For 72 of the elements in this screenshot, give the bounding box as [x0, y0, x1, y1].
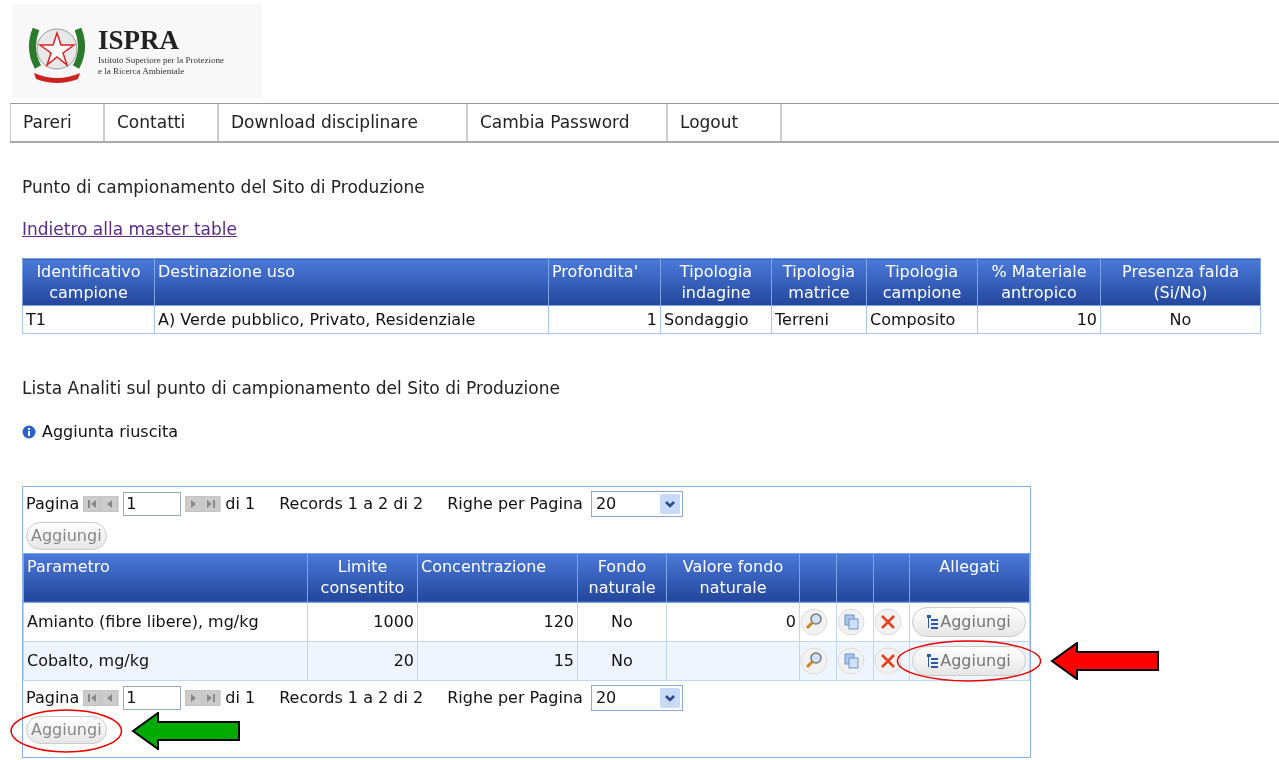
rows-per-page-label: Righe per Pagina [447, 686, 583, 709]
first-prev-icon[interactable] [83, 495, 120, 512]
success-message: Aggiunta riuscita [42, 420, 178, 443]
column-header: Valore fondo naturale [666, 553, 800, 602]
table-cell: T1 [22, 305, 155, 334]
column-header: Concentrazione [417, 553, 578, 602]
page-input[interactable]: 1 [123, 491, 182, 516]
column-header: Allegati [909, 553, 1030, 602]
tree-icon [927, 614, 940, 629]
tree-icon [927, 653, 940, 668]
nav-link[interactable]: Contatti [104, 104, 218, 141]
table-cell: 20 [307, 641, 418, 680]
column-header: Tipologia campione [866, 258, 978, 306]
table-cell: No [577, 641, 667, 680]
logo-subtitle: Istituto Superiore per la Protezione [98, 55, 224, 66]
table-cell: 1 [548, 305, 661, 334]
column-header: Limite consentito [307, 553, 418, 602]
chevron-down-icon [659, 493, 680, 514]
column-header: Profondita' [548, 258, 661, 306]
table-cell: 0 [666, 602, 800, 641]
table-cell: Terreni [771, 305, 867, 334]
info-icon [22, 424, 36, 439]
delete-icon[interactable] [874, 646, 902, 675]
column-header: Tipologia indagine [660, 258, 772, 306]
table-cell: Cobalto, mg/kg [23, 641, 308, 680]
page-input[interactable]: 1 [123, 685, 182, 710]
pager-label: Pagina [26, 686, 80, 709]
column-header: % Materiale antropico [977, 258, 1101, 306]
table-cell: 10 [977, 305, 1101, 334]
records-text: Records 1 a 2 di 2 [279, 492, 424, 515]
table-cell: A) Verde pubblico, Privato, Residenziale [154, 305, 549, 334]
rows-per-page-label: Righe per Pagina [447, 492, 583, 515]
page-count: di 1 [225, 492, 256, 515]
table-cell: Sondaggio [660, 305, 772, 334]
attach-button[interactable]: Aggiungi [912, 645, 1026, 676]
pager-label: Pagina [26, 492, 80, 515]
section-title: Punto di campionamento del Sito di Produzione [22, 176, 426, 199]
section-title: Lista Analiti sul punto di campionamento del Sito di Produzione [22, 377, 561, 400]
rows-per-page-dropdown[interactable]: 20 [590, 684, 683, 711]
table-cell: No [1100, 305, 1261, 334]
column-header: Presenza falda (Si/No) [1100, 258, 1261, 306]
column-header: Destinazione uso [154, 258, 549, 306]
logo-subtitle: e la Ricerca Ambientale [98, 66, 186, 77]
search-icon[interactable] [800, 607, 828, 636]
nav-link[interactable]: Logout [667, 104, 781, 141]
search-icon[interactable] [800, 646, 828, 675]
nav-link[interactable]: Cambia Password [467, 104, 667, 141]
next-last-icon[interactable] [185, 689, 222, 706]
page-count: di 1 [225, 686, 256, 709]
table-cell: No [577, 602, 667, 641]
table-cell: Amianto (fibre libere), mg/kg [23, 602, 308, 641]
column-header: Fondo naturale [577, 553, 667, 602]
back-link[interactable]: Indietro alla master table [22, 216, 237, 242]
table-cell: Composito [866, 305, 978, 334]
table-cell: 15 [417, 641, 578, 680]
chevron-down-icon [659, 687, 680, 708]
column-header: Identificativo campione [22, 258, 155, 306]
attach-button[interactable]: Aggiungi [912, 606, 1026, 637]
table-cell: 1000 [307, 602, 418, 641]
nav-link[interactable]: Download disciplinare [218, 104, 467, 141]
next-last-icon[interactable] [185, 495, 222, 512]
copy-icon[interactable] [837, 607, 865, 636]
nav-link[interactable]: Pareri [10, 104, 104, 141]
copy-icon[interactable] [837, 646, 865, 675]
rows-per-page-dropdown[interactable]: 20 [590, 490, 683, 517]
delete-icon[interactable] [874, 607, 902, 636]
logo-title: ISPRA [98, 25, 180, 55]
column-header: Tipologia matrice [771, 258, 867, 306]
first-prev-icon[interactable] [83, 689, 120, 706]
table-cell: 120 [417, 602, 578, 641]
column-header: Parametro [23, 553, 308, 602]
records-text: Records 1 a 2 di 2 [279, 686, 424, 709]
